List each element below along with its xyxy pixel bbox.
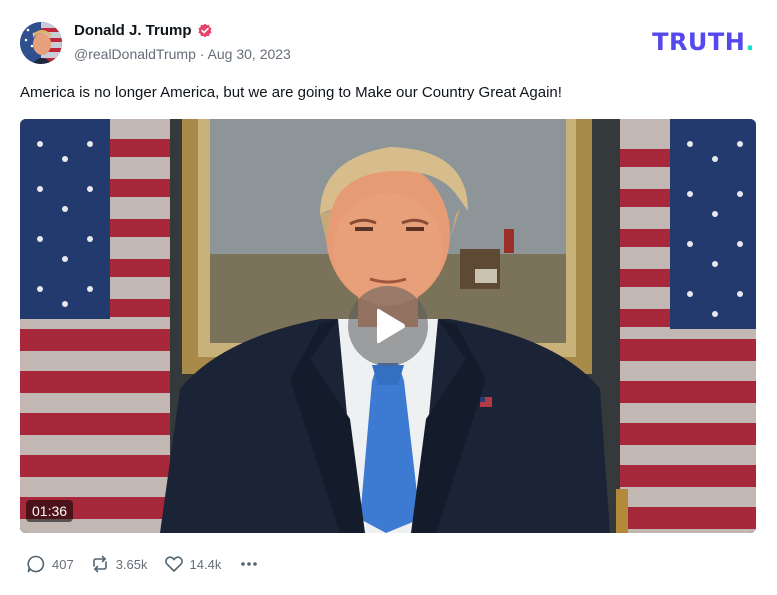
- retruth-icon: [92, 555, 107, 573]
- verified-badge-icon: [197, 23, 212, 37]
- post-text: America is no longer America, but we are…: [20, 84, 562, 101]
- retruth-button[interactable]: 3.65k: [90, 554, 148, 574]
- comment-icon: [27, 555, 45, 573]
- post-actions: 407 3.65k 14.4k: [26, 554, 259, 574]
- play-button[interactable]: [348, 286, 428, 366]
- like-button[interactable]: 14.4k: [164, 554, 222, 574]
- author-name[interactable]: Donald J. Trump: [74, 22, 192, 39]
- more-options-button[interactable]: [239, 554, 259, 574]
- video-duration: 01:36: [26, 500, 74, 522]
- like-count: 14.4k: [189, 556, 222, 572]
- meta-separator: ·: [199, 46, 205, 62]
- video-player[interactable]: 01:36: [20, 119, 756, 533]
- retruth-count: 3.65k: [115, 556, 148, 572]
- reply-button[interactable]: 407: [26, 554, 74, 574]
- truth-social-logo[interactable]: TRUTH.: [652, 28, 755, 56]
- heart-icon: [164, 556, 183, 572]
- author-handle[interactable]: @realDonaldTrump: [74, 46, 196, 62]
- logo-text: TRUTH: [652, 28, 746, 56]
- logo-dot: .: [745, 28, 755, 56]
- more-dots-icon: [241, 562, 258, 566]
- post-date[interactable]: Aug 30, 2023: [208, 46, 291, 62]
- avatar[interactable]: [20, 22, 62, 64]
- play-icon: [377, 308, 405, 344]
- reply-count: 407: [52, 556, 74, 572]
